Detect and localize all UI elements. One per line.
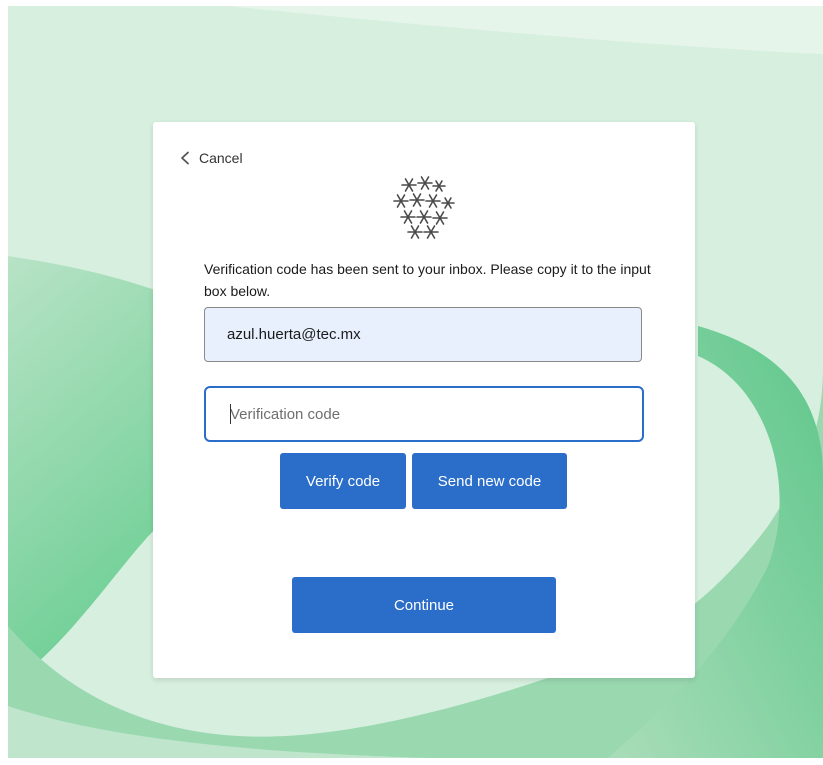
verification-card: Cancel Verification code has been sent t… — [153, 122, 695, 678]
chevron-left-icon — [181, 151, 189, 165]
verification-message: Verification code has been sent to your … — [204, 261, 651, 299]
snowflake-logo-icon — [393, 176, 455, 239]
verify-code-button[interactable]: Verify code — [280, 453, 406, 509]
send-new-code-button[interactable]: Send new code — [412, 453, 567, 509]
text-cursor — [230, 404, 231, 424]
continue-button[interactable]: Continue — [292, 577, 556, 633]
verification-code-input[interactable] — [204, 386, 644, 442]
viewport: Cancel Verification code has been sent t… — [0, 0, 823, 765]
cancel-link[interactable]: Cancel — [179, 150, 243, 166]
cancel-label: Cancel — [199, 150, 243, 166]
email-field[interactable] — [204, 307, 642, 362]
